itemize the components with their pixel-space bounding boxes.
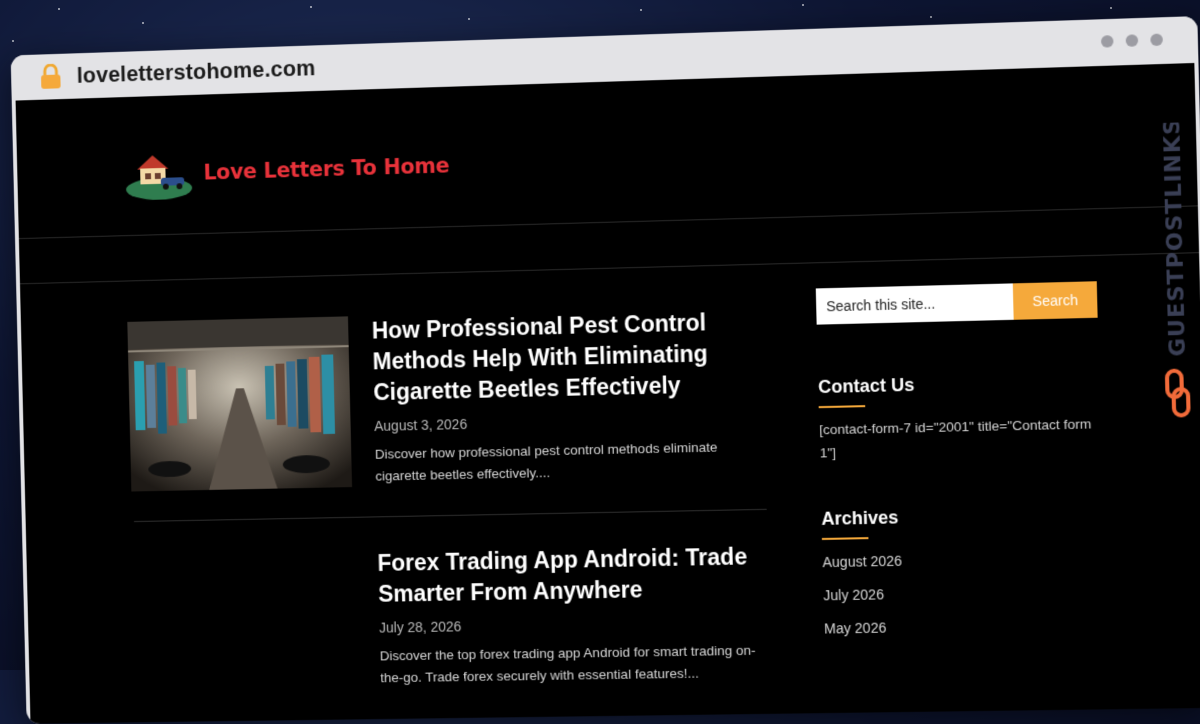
post-separator <box>134 509 767 522</box>
lock-icon <box>40 64 62 90</box>
widget-title-underline <box>822 537 869 540</box>
site-logo[interactable]: Love Letters To Home <box>123 139 450 202</box>
archive-link[interactable]: August 2026 <box>822 549 1108 570</box>
search-input[interactable] <box>816 283 1014 324</box>
watermark-text: GUESTPOSTLINKS <box>1159 122 1191 357</box>
search-form: Search <box>816 281 1102 325</box>
post-title-link[interactable]: Forex Trading App Android: Trade Smarter… <box>377 541 767 610</box>
post-title-link[interactable]: How Professional Pest Control Methods He… <box>372 306 762 408</box>
browser-window: loveletterstohome.com Love Letters To Ho… <box>11 16 1200 724</box>
post-excerpt: Discover how professional pest control m… <box>375 436 764 488</box>
post-body: How Professional Pest Control Methods He… <box>372 306 764 488</box>
site-logo-text: Love Letters To Home <box>203 153 449 184</box>
post-card: Forex Trading App Android: Trade Smarter… <box>133 541 766 553</box>
sidebar: Search Contact Us [contact-form-7 id="20… <box>816 281 1110 654</box>
clothing-warehouse-image <box>127 316 352 491</box>
address-bar-url[interactable]: loveletterstohome.com <box>77 55 316 88</box>
contact-widget: Contact Us [contact-form-7 id="2001" tit… <box>818 370 1105 464</box>
archives-list: August 2026 July 2026 May 2026 <box>822 549 1109 637</box>
window-menu-dots[interactable] <box>1101 33 1163 47</box>
post-excerpt: Discover the top forex trading app Andro… <box>380 639 769 689</box>
archive-link[interactable]: May 2026 <box>824 616 1110 637</box>
post-thumbnail[interactable] <box>127 316 352 491</box>
contact-widget-title: Contact Us <box>818 370 1104 398</box>
widget-title-underline <box>819 405 866 408</box>
contact-shortcode-text: [contact-form-7 id="2001" title="Contact… <box>819 412 1105 465</box>
menu-dot-icon <box>1101 35 1114 48</box>
search-button[interactable]: Search <box>1013 281 1098 320</box>
guestpostlinks-watermark: GUESTPOSTLINKS <box>1152 122 1197 428</box>
house-car-logo-icon <box>123 146 194 201</box>
menu-dot-icon <box>1126 34 1139 47</box>
header-divider <box>19 205 1198 239</box>
browser-stage: loveletterstohome.com Love Letters To Ho… <box>4 0 1200 679</box>
archives-widget-title: Archives <box>821 503 1107 530</box>
post-body: Forex Trading App Android: Trade Smarter… <box>377 541 769 689</box>
archives-widget: Archives August 2026 July 2026 May 2026 <box>821 503 1109 636</box>
web-page: Love Letters To Home How Professional Pe… <box>16 63 1200 724</box>
archive-link[interactable]: July 2026 <box>823 582 1109 603</box>
post-date: August 3, 2026 <box>374 409 763 434</box>
menu-dot-icon <box>1150 33 1163 46</box>
post-date: July 28, 2026 <box>379 613 768 635</box>
chain-link-icon <box>1167 370 1189 415</box>
post-card: How Professional Pest Control Methods He… <box>127 306 759 322</box>
nav-divider <box>20 252 1199 284</box>
